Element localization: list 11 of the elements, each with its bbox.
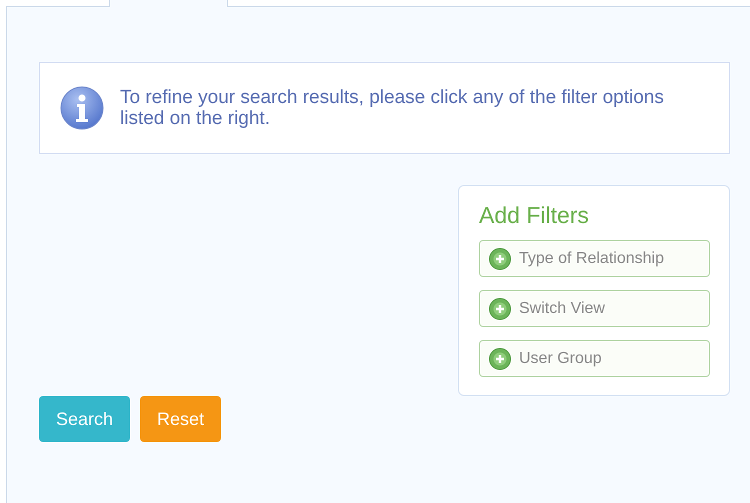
filter-option[interactable]: User Group [479,340,710,377]
notice-text: To refine your search results, please click any of the filter options listed on the right. [120,87,665,129]
filter-option[interactable]: Type of Relationship [479,240,710,277]
reset-button[interactable]: Reset [140,396,222,442]
plus-icon [489,298,511,320]
info-icon [60,86,104,130]
search-button[interactable]: Search [39,396,130,442]
plus-icon [489,248,511,270]
filter-option[interactable]: Switch View [479,290,710,327]
plus-icon [489,348,511,370]
filter-title: Add Filters [479,202,590,229]
